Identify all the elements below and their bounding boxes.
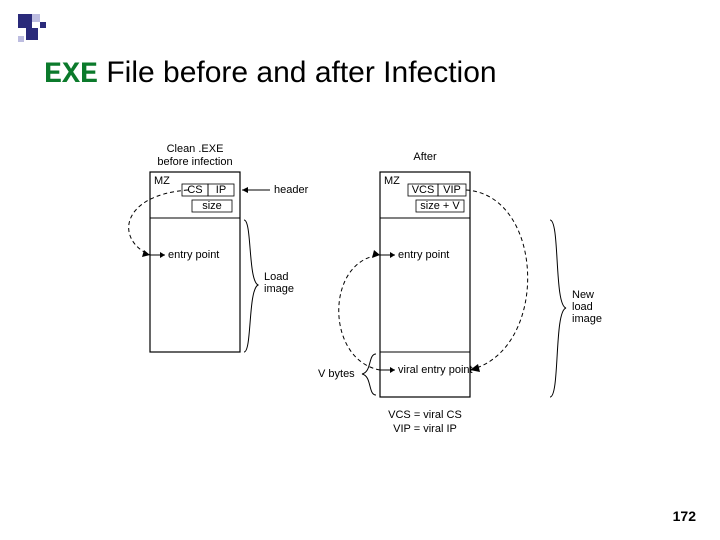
left-cs: CS (187, 184, 202, 196)
right-size: size + V (420, 200, 460, 212)
right-vcs: VCS (412, 184, 435, 196)
right-new-load-image-brace (550, 220, 566, 397)
right-jump-to-viral (466, 190, 528, 370)
left-box (150, 172, 240, 352)
left-mz: MZ (154, 175, 170, 187)
left-load-image-l2: image (264, 283, 294, 295)
left-entry-point: entry point (168, 249, 219, 261)
title-rest: File before and after Infection (98, 56, 497, 89)
right-caption: After (413, 151, 437, 163)
right-nli-l1: New (572, 289, 594, 301)
slide-corner-decoration (18, 14, 58, 42)
left-load-image-l1: Load (264, 271, 288, 283)
left-load-image-brace (244, 220, 258, 352)
slide-title: EXE File before and after Infection (44, 56, 497, 92)
left-caption-line1: Clean .EXE (167, 143, 224, 155)
left-jump-curve (129, 190, 188, 255)
vbytes-brace (362, 354, 376, 395)
right-vip: VIP (443, 184, 461, 196)
vbytes-label: V bytes (318, 368, 355, 380)
legend-line2: VIP = viral IP (393, 423, 457, 435)
left-size: size (202, 200, 222, 212)
page-number: 172 (673, 508, 696, 524)
right-jump-to-original (339, 255, 380, 370)
left-header-label: header (274, 184, 309, 196)
right-nli-l3: image (572, 313, 602, 325)
left-caption-line2: before infection (157, 156, 232, 168)
legend-line1: VCS = viral CS (388, 409, 462, 421)
right-nli-l2: load (572, 301, 593, 313)
right-mz: MZ (384, 175, 400, 187)
title-exe: EXE (44, 58, 98, 92)
left-ip: IP (216, 184, 226, 196)
right-viral-entry-point: viral entry point (398, 364, 473, 376)
right-entry-point: entry point (398, 249, 449, 261)
exe-infection-diagram: Clean .EXE before infection MZ CS IP siz… (120, 140, 620, 460)
